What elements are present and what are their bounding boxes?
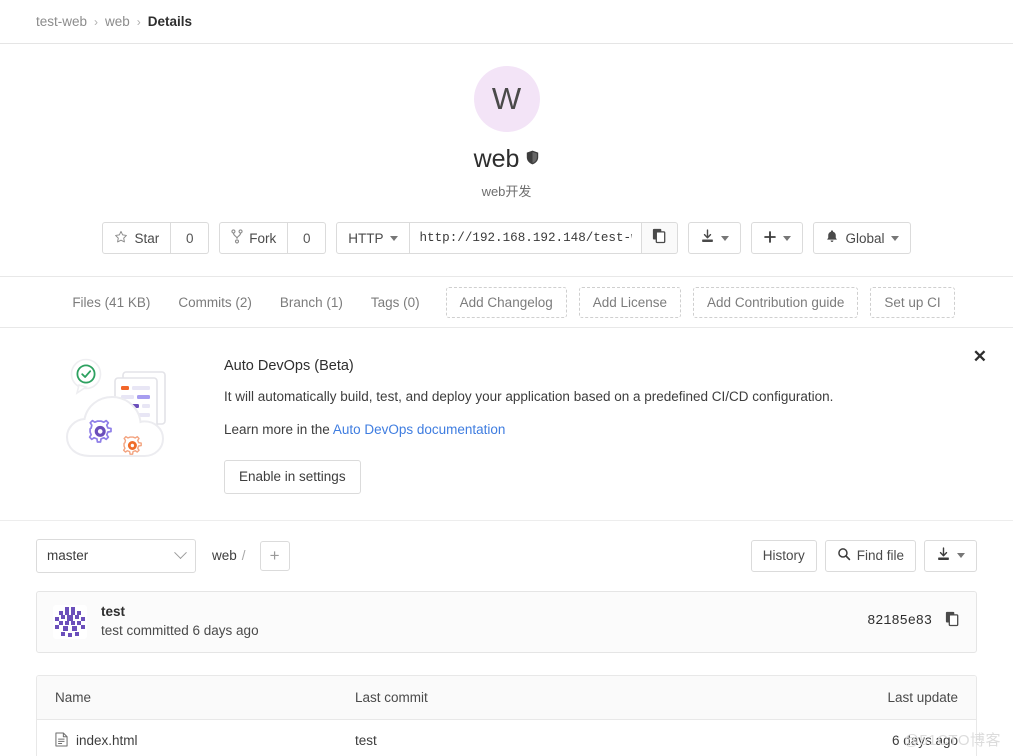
set-up-ci-button[interactable]: Set up CI bbox=[870, 286, 955, 318]
file-name-cell: index.html bbox=[55, 732, 355, 750]
breadcrumb-separator-icon: › bbox=[94, 14, 99, 29]
watermark: @51CTO博客 bbox=[903, 732, 1001, 749]
fork-button-label: Fork bbox=[249, 230, 277, 246]
file-last-commit-cell[interactable]: test bbox=[355, 733, 828, 748]
history-button-label: History bbox=[762, 548, 805, 564]
auto-devops-learn-prefix: Learn more in the bbox=[224, 421, 333, 437]
breadcrumb-item-group[interactable]: test-web bbox=[36, 14, 87, 29]
cloud-gears-illustration bbox=[36, 352, 206, 466]
chevron-down-icon bbox=[390, 235, 399, 241]
shield-icon bbox=[526, 150, 539, 170]
plus-icon bbox=[763, 230, 777, 247]
star-button[interactable]: Star bbox=[102, 222, 172, 254]
fork-count[interactable]: 0 bbox=[288, 222, 327, 254]
stat-files[interactable]: Files (41 KB) bbox=[58, 295, 164, 310]
fork-button-group: Fork 0 bbox=[219, 222, 327, 254]
project-avatar-letter: W bbox=[491, 81, 522, 116]
breadcrumb-path: web / bbox=[212, 548, 251, 563]
breadcrumb-item-details[interactable]: Details bbox=[148, 14, 192, 29]
add-contribution-guide-button[interactable]: Add Contribution guide bbox=[693, 286, 859, 318]
project-stats-bar: Files (41 KB) Commits (2) Branch (1) Tag… bbox=[0, 276, 1013, 328]
breadcrumb-item-project[interactable]: web bbox=[105, 14, 130, 29]
copy-url-button[interactable] bbox=[642, 222, 679, 254]
column-header-name: Name bbox=[55, 689, 92, 705]
download-dropdown-button[interactable] bbox=[688, 222, 742, 254]
stat-tags[interactable]: Tags (0) bbox=[357, 295, 434, 310]
project-details-page: test-web › web › Details W web web开发 Sta… bbox=[0, 0, 1013, 756]
project-avatar: W bbox=[473, 66, 540, 132]
project-description: web开发 bbox=[481, 184, 532, 199]
find-file-button[interactable]: Find file bbox=[824, 539, 916, 572]
repository-toolbar-right: History Find file bbox=[750, 539, 977, 572]
project-title-row: web bbox=[474, 147, 540, 172]
add-license-button[interactable]: Add License bbox=[578, 286, 682, 318]
add-changelog-button[interactable]: Add Changelog bbox=[445, 286, 567, 318]
stat-commits[interactable]: Commits (2) bbox=[164, 295, 266, 310]
search-icon bbox=[837, 547, 851, 564]
breadcrumb: test-web › web › Details bbox=[0, 0, 1013, 44]
column-header-last-update: Last update bbox=[887, 689, 958, 705]
auto-devops-banner: Auto DevOps (Beta) It will automatically… bbox=[0, 328, 1013, 521]
chevron-down-icon bbox=[957, 553, 965, 559]
path-separator: / bbox=[241, 548, 246, 564]
chevron-down-icon bbox=[783, 235, 792, 241]
close-icon[interactable]: ✕ bbox=[973, 348, 987, 365]
breadcrumb-separator-icon: › bbox=[136, 14, 141, 29]
auto-devops-title: Auto DevOps (Beta) bbox=[224, 358, 354, 374]
auto-devops-learn-more: Learn more in the Auto DevOps documentat… bbox=[224, 421, 977, 440]
identicon-avatar bbox=[53, 604, 87, 639]
history-button[interactable]: History bbox=[750, 539, 817, 572]
find-file-label: Find file bbox=[856, 548, 904, 564]
download-icon bbox=[936, 547, 951, 565]
clone-url-group: HTTP bbox=[336, 222, 679, 254]
branch-selector-label: master bbox=[47, 548, 89, 564]
copy-icon[interactable] bbox=[945, 611, 960, 632]
file-tree-table: Name Last commit Last update index.html … bbox=[36, 674, 977, 756]
file-name-link[interactable]: index.html bbox=[76, 733, 138, 748]
star-count[interactable]: 0 bbox=[171, 222, 210, 254]
add-dropdown-button[interactable] bbox=[751, 222, 804, 254]
add-to-tree-button[interactable]: + bbox=[259, 540, 290, 571]
enable-in-settings-button[interactable]: Enable in settings bbox=[224, 459, 361, 494]
clone-protocol-dropdown[interactable]: HTTP bbox=[336, 222, 411, 254]
star-icon bbox=[114, 230, 128, 247]
chevron-down-icon bbox=[721, 235, 730, 241]
fork-button[interactable]: Fork bbox=[219, 222, 289, 254]
copy-icon bbox=[652, 228, 667, 249]
auto-devops-documentation-link[interactable]: Auto DevOps documentation bbox=[333, 422, 506, 437]
commit-title[interactable]: test bbox=[101, 603, 259, 621]
table-row[interactable]: index.html test 6 days ago bbox=[37, 719, 976, 756]
project-header: W web web开发 bbox=[0, 44, 1013, 200]
auto-devops-body: Auto DevOps (Beta) It will automatically… bbox=[206, 352, 977, 494]
notification-label: Global bbox=[845, 230, 885, 246]
plus-icon: + bbox=[269, 546, 280, 566]
download-icon bbox=[700, 229, 715, 247]
notification-dropdown-button[interactable]: Global bbox=[813, 222, 911, 254]
commit-meta: test committed 6 days ago bbox=[101, 623, 259, 639]
chevron-down-icon bbox=[174, 546, 187, 560]
project-actions-row: Star 0 Fork 0 HTTP http://192.168.192.14… bbox=[0, 222, 1013, 254]
last-commit-card: test test committed 6 days ago 82185e83 bbox=[36, 590, 977, 653]
repository-toolbar: master web / + History Find file bbox=[0, 521, 1013, 573]
path-root[interactable]: web bbox=[212, 548, 237, 563]
star-button-group: Star 0 bbox=[102, 222, 210, 254]
page-title: web bbox=[473, 145, 520, 173]
branch-selector[interactable]: master bbox=[36, 538, 196, 573]
commit-info: test test committed 6 days ago bbox=[101, 603, 259, 641]
chevron-down-icon bbox=[890, 235, 899, 241]
bell-icon bbox=[825, 229, 839, 247]
clone-url-input[interactable] bbox=[410, 222, 643, 254]
commit-sha[interactable]: 82185e83 bbox=[867, 614, 932, 629]
file-table-header: Name Last commit Last update bbox=[37, 675, 976, 720]
file-icon bbox=[55, 732, 68, 750]
clone-protocol-label: HTTP bbox=[348, 230, 384, 246]
column-header-last-commit: Last commit bbox=[355, 689, 428, 705]
auto-devops-description: It will automatically build, test, and d… bbox=[224, 389, 834, 404]
commit-right: 82185e83 bbox=[867, 611, 960, 632]
fork-icon bbox=[231, 229, 243, 247]
repo-download-dropdown-button[interactable] bbox=[924, 539, 977, 572]
star-button-label: Star bbox=[134, 230, 160, 246]
stat-branches[interactable]: Branch (1) bbox=[266, 295, 357, 310]
